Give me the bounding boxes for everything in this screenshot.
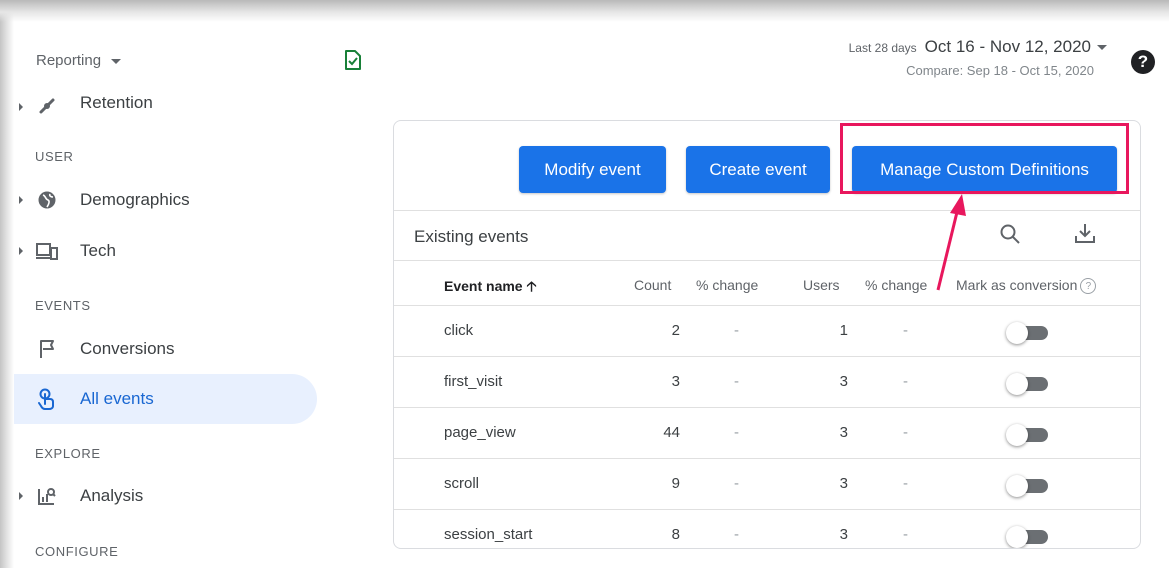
table-row: page_view 44 - 3 - [394, 407, 1140, 458]
event-name[interactable]: session_start [444, 526, 532, 543]
count-change: - [734, 526, 739, 543]
sidebar-item-label: All events [80, 389, 154, 408]
sidebar-item-retention[interactable]: Retention [14, 85, 317, 125]
col-header-count[interactable]: Count [634, 277, 671, 293]
conversion-toggle[interactable] [1006, 322, 1050, 344]
sidebar-item-all-events[interactable]: All events [14, 374, 317, 424]
create-event-button[interactable]: Create event [686, 146, 830, 193]
help-circle-icon[interactable]: ? [1080, 278, 1097, 295]
event-users: 3 [839, 424, 848, 441]
event-count: 44 [663, 424, 680, 441]
table-row: session_start 8 - 3 - [394, 509, 1140, 548]
users-change: - [903, 424, 908, 441]
event-users: 3 [839, 475, 848, 492]
sidebar-item-analysis[interactable]: Analysis [14, 471, 317, 521]
event-name[interactable]: scroll [444, 475, 479, 492]
col-header-count-change[interactable]: % change [696, 277, 758, 293]
globe-icon [36, 189, 58, 211]
col-header-event-name[interactable]: Event name 🡡 [444, 276, 537, 300]
sidebar-item-tech[interactable]: Tech [14, 226, 317, 276]
window-shadow-left [0, 0, 14, 568]
event-name[interactable]: page_view [444, 424, 516, 441]
card-title: Existing events [414, 227, 529, 246]
divider [394, 210, 1140, 211]
sidebar-item-label: Conversions [80, 339, 175, 358]
section-configure: CONFIGURE [35, 544, 119, 559]
retention-icon [36, 95, 58, 117]
table-row: first_visit 3 - 3 - [394, 356, 1140, 407]
events-card: Modify event Create event Manage Custom … [393, 120, 1141, 549]
event-name[interactable]: first_visit [444, 373, 502, 390]
help-icon[interactable]: ? [1131, 50, 1155, 74]
sidebar: Reporting Retention USER Demographics Te… [14, 18, 334, 568]
expand-arrow-icon[interactable] [19, 196, 23, 204]
arrow-up-icon: 🡡 [526, 278, 537, 294]
chevron-down-icon [1097, 45, 1107, 51]
users-change: - [903, 322, 908, 339]
event-users: 3 [839, 373, 848, 390]
section-events: EVENTS [35, 298, 91, 313]
app-frame: Reporting Retention USER Demographics Te… [14, 18, 1169, 568]
col-header-users[interactable]: Users [803, 277, 840, 293]
sidebar-item-label: Demographics [80, 190, 190, 209]
users-change: - [903, 373, 908, 390]
flag-icon [36, 338, 58, 360]
event-count: 2 [671, 322, 680, 339]
conversion-toggle[interactable] [1006, 526, 1050, 548]
conversion-toggle[interactable] [1006, 373, 1050, 395]
col-header-users-change[interactable]: % change [865, 277, 927, 293]
analysis-icon [36, 485, 58, 507]
conversion-toggle[interactable] [1006, 424, 1050, 446]
event-count: 9 [671, 475, 680, 492]
count-change: - [734, 322, 739, 339]
compare-range: Compare: Sep 18 - Oct 15, 2020 [906, 63, 1094, 78]
sidebar-item-demographics[interactable]: Demographics [14, 175, 317, 225]
section-user: USER [35, 149, 74, 164]
sheet-check-icon[interactable] [344, 50, 362, 75]
search-icon[interactable] [999, 223, 1021, 250]
manage-custom-definitions-button[interactable]: Manage Custom Definitions [852, 146, 1117, 193]
date-preset-label: Last 28 days [848, 41, 917, 55]
event-users: 1 [839, 322, 848, 339]
count-change: - [734, 475, 739, 492]
sidebar-item-label: Analysis [80, 486, 144, 505]
expand-arrow-icon[interactable] [19, 247, 23, 255]
touch-icon [36, 388, 58, 410]
reporting-dropdown[interactable]: Reporting [36, 52, 122, 69]
divider [394, 260, 1140, 261]
chevron-down-icon [111, 59, 122, 64]
count-change: - [734, 373, 739, 390]
date-range-picker[interactable]: Last 28 days Oct 16 - Nov 12, 2020 Compa… [849, 37, 1107, 78]
table-row: scroll 9 - 3 - [394, 458, 1140, 509]
expand-arrow-icon[interactable] [19, 103, 23, 111]
reporting-label: Reporting [36, 52, 102, 69]
sidebar-item-label: Retention [80, 93, 153, 112]
users-change: - [903, 526, 908, 543]
date-range-value[interactable]: Oct 16 - Nov 12, 2020 [925, 37, 1107, 57]
count-change: - [734, 424, 739, 441]
event-count: 8 [671, 526, 680, 543]
event-users: 3 [839, 526, 848, 543]
event-count: 3 [671, 373, 680, 390]
devices-icon [36, 240, 58, 262]
section-explore: EXPLORE [35, 446, 101, 461]
expand-arrow-icon[interactable] [19, 492, 23, 500]
conversion-toggle[interactable] [1006, 475, 1050, 497]
table-row: click 2 - 1 - [394, 305, 1140, 356]
sidebar-item-conversions[interactable]: Conversions [14, 324, 317, 374]
event-name[interactable]: click [444, 322, 473, 339]
modify-event-button[interactable]: Modify event [519, 146, 666, 193]
users-change: - [903, 475, 908, 492]
col-header-mark-conversion[interactable]: Mark as conversion? [956, 277, 1097, 295]
sidebar-item-label: Tech [80, 241, 116, 260]
download-icon[interactable] [1074, 222, 1096, 249]
